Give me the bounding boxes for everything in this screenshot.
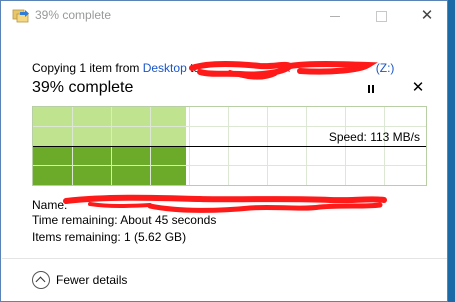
minimize-button[interactable] bbox=[313, 1, 357, 31]
title-bar[interactable]: 39% complete ✕ bbox=[1, 1, 447, 31]
detail-time-remaining: Time remaining: About 45 seconds bbox=[32, 213, 217, 227]
detail-items-remaining: Items remaining: 1 (5.62 GB) bbox=[32, 230, 187, 244]
fewer-details-label: Fewer details bbox=[56, 273, 128, 287]
source-link[interactable]: Desktop bbox=[143, 61, 187, 75]
desktop-background-strip bbox=[448, 0, 455, 302]
progress-fill-upper bbox=[33, 107, 186, 147]
close-window-button[interactable]: ✕ bbox=[405, 1, 449, 31]
copy-prefix: Copying 1 item from bbox=[32, 61, 143, 75]
minimize-icon bbox=[330, 16, 340, 17]
progress-fill-speed bbox=[33, 147, 186, 185]
copy-progress-dialog: 39% complete ✕ Copying 1 item from Deskt… bbox=[0, 0, 448, 302]
close-window-icon: ✕ bbox=[420, 7, 434, 24]
transfer-speed-graph: Speed: 113 MB/s bbox=[32, 106, 427, 186]
copy-folder-icon bbox=[12, 9, 29, 23]
progress-headline: 39% complete bbox=[32, 79, 134, 96]
destination-drive: (Z:) bbox=[375, 61, 395, 75]
cancel-button[interactable]: ✕ bbox=[409, 78, 427, 98]
grid-line bbox=[33, 165, 426, 166]
maximize-icon bbox=[376, 11, 387, 22]
close-icon: ✕ bbox=[411, 79, 425, 96]
chevron-up-icon bbox=[32, 271, 50, 289]
destination-link[interactable]: \\ (Z:) bbox=[283, 61, 394, 75]
copy-description: Copying 1 item from Desktop to \\ (Z:) bbox=[32, 61, 394, 75]
window-title: 39% complete bbox=[35, 8, 112, 22]
speed-line bbox=[33, 146, 426, 147]
pause-button[interactable] bbox=[362, 80, 380, 98]
speed-label: Speed: 113 MB/s bbox=[328, 130, 420, 144]
detail-name: Name: bbox=[32, 198, 68, 212]
footer-divider bbox=[2, 258, 447, 259]
destination-path-prefix: \\ bbox=[283, 61, 290, 75]
copy-to-word: to bbox=[186, 61, 201, 75]
grid-line bbox=[33, 126, 426, 127]
maximize-button[interactable] bbox=[359, 1, 403, 31]
